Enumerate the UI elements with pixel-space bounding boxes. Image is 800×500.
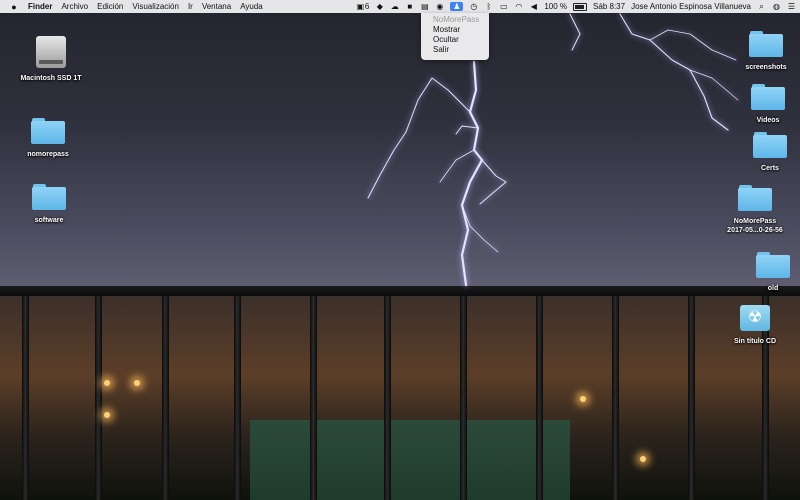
folder-icon	[753, 132, 787, 158]
menu-archivo[interactable]: Archivo	[61, 2, 88, 11]
record-icon[interactable]: ◉	[435, 2, 444, 11]
desktop-icon-videos[interactable]: Videos	[723, 84, 800, 125]
battery-icon[interactable]	[573, 2, 588, 11]
desktop-icon-label: screenshots	[745, 64, 787, 71]
desktop-icon-label: Videos	[756, 117, 780, 124]
cloud-icon[interactable]: ☁	[390, 2, 399, 11]
folder-icon	[738, 185, 772, 211]
desktop-icon-label: old	[767, 285, 779, 292]
siri-icon[interactable]: ◍	[772, 2, 781, 11]
menu-visualizacion[interactable]: Visualización	[132, 2, 179, 11]
desktop-icon-label: Macintosh SSD 1T	[20, 75, 82, 82]
desktop-icon-label: nomorepass	[27, 151, 69, 158]
time-machine-icon[interactable]: ◷	[469, 2, 478, 11]
folder-icon	[32, 184, 66, 210]
nomorepass-menu: NoMorePass Mostrar Ocultar Salir	[421, 13, 489, 60]
menu-finder[interactable]: Finder	[28, 2, 52, 11]
menu-ventana[interactable]: Ventana	[202, 2, 231, 11]
desktop-icon-nomorepass-zip[interactable]: NoMorePass 2017-05...0-26-56	[710, 185, 800, 235]
menu-bar: ● Finder Archivo Edición Visualización I…	[0, 0, 800, 13]
folder-icon	[751, 84, 785, 110]
desktop-icon-label: software	[34, 217, 64, 224]
wifi-icon[interactable]: ◠	[514, 2, 523, 11]
desktop-icon-nomorepass[interactable]: nomorepass	[3, 118, 93, 159]
menu-ayuda[interactable]: Ayuda	[240, 2, 263, 11]
extension-icon: ▣	[356, 2, 365, 11]
desktop-icon-label: Certs	[761, 165, 779, 172]
lightning-bolt	[367, 13, 739, 287]
bluetooth-icon[interactable]: ᛒ	[484, 2, 493, 11]
menu-item-salir[interactable]: Salir	[421, 45, 489, 55]
folder-icon	[756, 252, 790, 278]
clock[interactable]: Sáb 8:37	[593, 2, 625, 11]
apple-menu-icon[interactable]: ●	[9, 2, 19, 12]
app-icon[interactable]: ■	[405, 2, 414, 11]
extension-count: 6	[364, 2, 370, 11]
menu-item-mostrar[interactable]: Mostrar	[421, 25, 489, 35]
desktop-icon-label-line2: 2017-05...0-26-56	[727, 227, 783, 234]
folder-icon	[749, 31, 783, 57]
cd-disc-icon: ☢	[740, 305, 770, 331]
menu-item-ocultar[interactable]: Ocultar	[421, 35, 489, 45]
nomorepass-icon[interactable]: ♟	[450, 2, 464, 11]
notification-center-icon[interactable]: ☰	[787, 2, 796, 11]
hard-drive-icon	[36, 36, 66, 68]
notes-icon[interactable]: ▤	[420, 2, 429, 11]
folder-icon	[31, 118, 65, 144]
desktop-icon-software[interactable]: software	[4, 184, 94, 225]
spotlight-search-icon[interactable]: ⌕	[757, 2, 766, 11]
menu-edicion[interactable]: Edición	[97, 2, 123, 11]
desktop-icon-screenshots[interactable]: screenshots	[721, 31, 800, 72]
battery-percentage[interactable]: 100 %	[544, 2, 567, 11]
dropbox-icon[interactable]: ◆	[375, 2, 384, 11]
menu-title-nomorepass: NoMorePass	[433, 15, 480, 24]
desktop-icon-certs[interactable]: Certs	[725, 132, 800, 173]
airplay-icon[interactable]: ▭	[499, 2, 508, 11]
volume-icon[interactable]: ◀	[529, 2, 538, 11]
desktop-icon-label: Sin título CD	[734, 338, 776, 345]
status-area: ▣6 ◆ ☁ ■ ▤ ◉ ♟ ◷ ᛒ ▭ ◠ ◀ 100 % Sáb 8:37 …	[350, 0, 796, 13]
desktop-icon-label: NoMorePass	[733, 218, 777, 225]
desktop-icon-macintosh-ssd[interactable]: Macintosh SSD 1T	[6, 36, 96, 83]
user-name[interactable]: Jose Antonio Espinosa Villanueva	[631, 2, 751, 11]
menu-ir[interactable]: Ir	[188, 2, 193, 11]
extensions-status[interactable]: ▣6	[356, 2, 370, 11]
desktop-icon-sin-titulo-cd[interactable]: ☢ Sin título CD	[710, 305, 800, 346]
desktop-icon-old[interactable]: old	[728, 252, 800, 293]
